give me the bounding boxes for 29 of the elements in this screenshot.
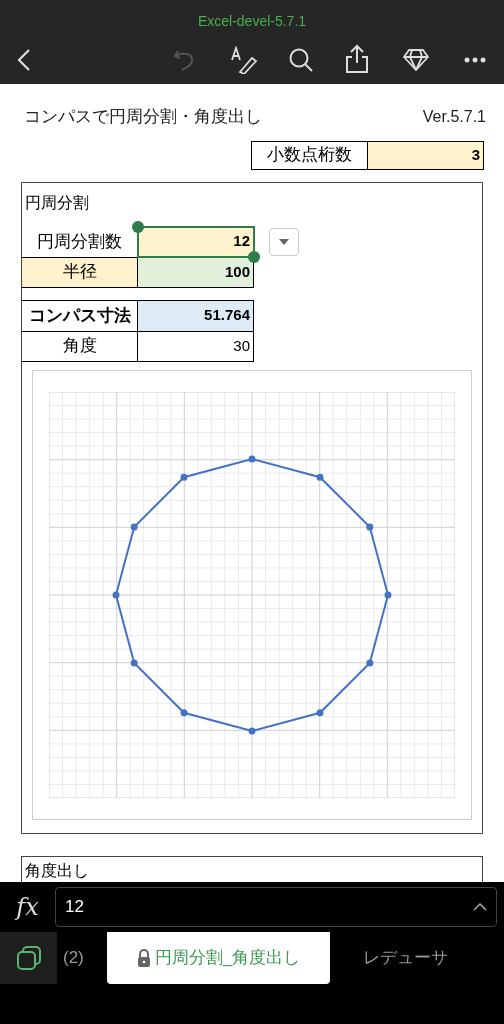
sheet-tab[interactable]: 円周分割_角度出し [107, 932, 330, 984]
table-cell[interactable]: 半径 [22, 257, 138, 287]
more-icon[interactable] [464, 57, 486, 63]
function-label: fx [16, 892, 39, 923]
section-title: 円周分割 [25, 192, 90, 213]
sheet-title: コンパスで円周分割・角度出し [24, 106, 262, 128]
table-cell[interactable]: 角度 [22, 331, 138, 361]
table-cell[interactable]: 51.764 [138, 300, 254, 331]
table-cell[interactable]: 3 [368, 141, 483, 169]
diamond-icon[interactable] [402, 48, 430, 72]
table-cell[interactable]: 30 [138, 331, 254, 361]
selection-handle[interactable] [132, 220, 144, 233]
caret-icon [279, 238, 289, 245]
dropdown-button[interactable] [269, 227, 299, 256]
back-icon[interactable] [16, 48, 32, 72]
table-cell[interactable]: 12 [138, 226, 254, 257]
search-icon[interactable] [288, 47, 314, 73]
share-icon[interactable] [345, 44, 369, 74]
table-cell[interactable]: 100 [138, 257, 254, 287]
chevron-up-icon[interactable] [473, 903, 487, 911]
formula-field[interactable]: 12 [55, 887, 497, 927]
sheets-button[interactable] [0, 932, 57, 984]
document-title: Excel-devel-5.7.1 [197, 12, 307, 31]
section-title: 角度出し [25, 860, 89, 881]
sheet-tab[interactable]: レデューサ [330, 932, 480, 984]
text-pen-icon[interactable] [230, 46, 258, 74]
sheets-icon[interactable] [15, 945, 42, 971]
sheet-tab[interactable]: (2) [57, 932, 107, 984]
version-label: Ver.5.7.1 [422, 106, 486, 127]
